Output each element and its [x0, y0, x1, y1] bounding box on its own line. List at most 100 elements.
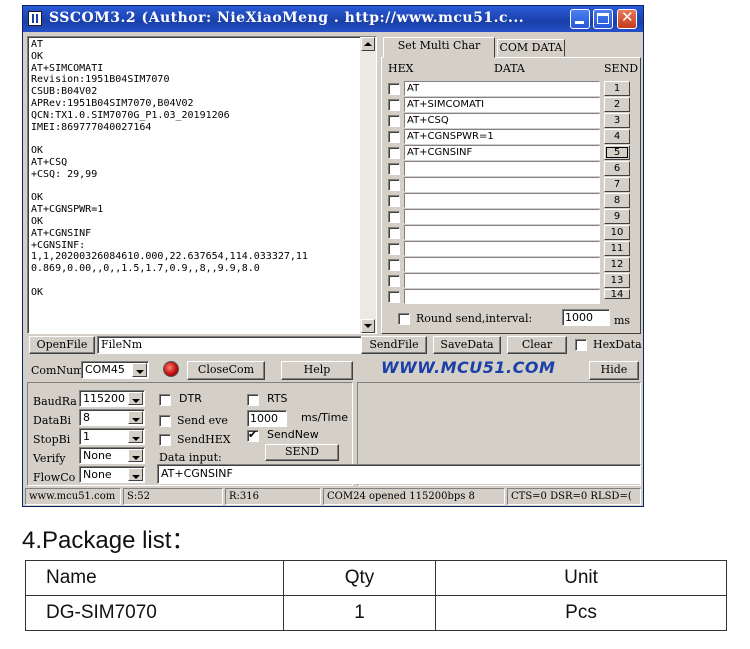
row-data-input[interactable]: AT+CSQ	[404, 113, 600, 128]
data-column-header: DATA	[494, 62, 525, 75]
round-send-label: Round send,interval:	[416, 312, 533, 325]
databits-label: DataBi	[33, 414, 71, 427]
row-hex-checkbox[interactable]	[388, 195, 400, 207]
row-data-input[interactable]: AT+SIMCOMATI	[404, 97, 600, 112]
flow-select[interactable]: None	[79, 466, 145, 483]
chevron-down-icon	[128, 392, 143, 405]
round-send-checkbox[interactable]	[398, 313, 410, 325]
row-hex-checkbox[interactable]	[388, 163, 400, 175]
scroll-up-icon[interactable]	[361, 37, 375, 51]
tab-set-multi-char[interactable]: Set Multi Char	[383, 37, 495, 58]
chevron-down-icon	[128, 411, 143, 424]
chevron-down-icon	[128, 449, 143, 462]
row-hex-checkbox[interactable]	[388, 291, 400, 303]
header-name: Name	[25, 560, 284, 596]
send-hex-label: SendHEX	[177, 433, 231, 446]
row-send-button[interactable]: 12	[604, 257, 630, 272]
row-hex-checkbox[interactable]	[388, 83, 400, 95]
row-send-button[interactable]: 8	[604, 193, 630, 208]
verify-select[interactable]: None	[79, 447, 145, 464]
send-file-button[interactable]: SendFile	[361, 336, 427, 354]
row-send-button[interactable]: 14	[604, 289, 630, 300]
row-send-button[interactable]: 11	[604, 241, 630, 256]
baud-label: BaudRa	[33, 395, 77, 408]
chevron-down-icon	[132, 363, 147, 377]
status-bar: www.mcu51.com S:52 R:316 COM24 opened 11…	[25, 488, 641, 505]
row-data-input[interactable]: AT+CGNSINF	[404, 145, 600, 160]
row-send-button[interactable]: 4	[604, 129, 630, 144]
header-qty: Qty	[283, 560, 436, 596]
send-new-checkbox[interactable]	[247, 428, 259, 442]
row-send-button[interactable]: 3	[604, 113, 630, 128]
row-hex-checkbox[interactable]	[388, 259, 400, 271]
databits-select[interactable]: 8	[79, 409, 145, 426]
send-every-checkbox[interactable]	[159, 415, 171, 427]
tab-com-data[interactable]: COM DATA	[497, 39, 565, 57]
scroll-down-icon[interactable]	[361, 319, 375, 333]
row-data-input[interactable]	[404, 177, 600, 192]
row-send-button[interactable]: 6	[604, 161, 630, 176]
open-file-button[interactable]: OpenFile	[29, 336, 95, 354]
row-hex-checkbox[interactable]	[388, 131, 400, 143]
send-button[interactable]: SEND	[265, 444, 339, 461]
row-data-input[interactable]	[404, 289, 600, 304]
row-send-button[interactable]: 5	[604, 145, 630, 160]
close-com-button[interactable]: CloseCom	[187, 361, 265, 380]
row-data-input[interactable]	[404, 273, 600, 288]
send-hex-checkbox[interactable]	[159, 434, 171, 446]
port-status-led-icon	[163, 361, 179, 377]
comnum-label: ComNum	[31, 364, 84, 377]
brand-logo: WWW.MCU51.COM	[381, 358, 555, 377]
row-hex-checkbox[interactable]	[388, 211, 400, 223]
row-hex-checkbox[interactable]	[388, 179, 400, 191]
save-data-button[interactable]: SaveData	[433, 336, 501, 354]
status-sent: S:52	[123, 488, 223, 505]
dtr-checkbox[interactable]	[159, 394, 171, 406]
stopbits-select[interactable]: 1	[79, 428, 145, 445]
hide-button[interactable]: Hide	[589, 361, 639, 380]
row-data-input[interactable]: AT+CGNSPWR=1	[404, 129, 600, 144]
comnum-select[interactable]: COM45	[81, 361, 149, 379]
data-input-field[interactable]: AT+CGNSINF	[157, 464, 641, 484]
row-data-input[interactable]: AT	[404, 81, 600, 96]
row-hex-checkbox[interactable]	[388, 147, 400, 159]
round-interval-input[interactable]: 1000	[562, 309, 610, 326]
row-send-button[interactable]: 7	[604, 177, 630, 192]
rts-checkbox[interactable]	[247, 394, 259, 406]
row-hex-checkbox[interactable]	[388, 99, 400, 111]
rts-label: RTS	[267, 392, 288, 405]
row-data-input[interactable]	[404, 209, 600, 224]
maximize-button[interactable]	[593, 9, 613, 29]
row-data-input[interactable]	[404, 257, 600, 272]
dtr-label: DTR	[179, 392, 202, 405]
clear-button[interactable]: Clear	[507, 336, 567, 354]
send-new-label: SendNew	[267, 428, 319, 441]
row-send-button[interactable]: 9	[604, 209, 630, 224]
row-data-input[interactable]	[404, 225, 600, 240]
row-data-input[interactable]	[404, 241, 600, 256]
close-window-button[interactable]: ✕	[617, 8, 637, 29]
row-send-button[interactable]: 2	[604, 97, 630, 112]
table-header-row: Name Qty Unit	[25, 560, 727, 596]
help-button[interactable]: Help	[281, 361, 353, 380]
close-icon: ✕	[621, 8, 634, 26]
row-hex-checkbox[interactable]	[388, 243, 400, 255]
flow-label: FlowCo	[33, 471, 76, 484]
receive-text-area[interactable]: AT OK AT+SIMCOMATI Revision:1951B04SIM70…	[27, 36, 377, 334]
baud-select[interactable]: 115200	[79, 390, 145, 407]
row-data-input[interactable]	[404, 161, 600, 176]
row-hex-checkbox[interactable]	[388, 115, 400, 127]
hex-data-checkbox[interactable]	[575, 339, 587, 351]
row-data-input[interactable]	[404, 193, 600, 208]
cell-unit: Pcs	[435, 595, 727, 631]
row-send-button[interactable]: 13	[604, 273, 630, 288]
row-hex-checkbox[interactable]	[388, 275, 400, 287]
receive-scrollbar[interactable]	[360, 37, 376, 333]
row-hex-checkbox[interactable]	[388, 227, 400, 239]
minimize-button[interactable]	[570, 9, 590, 29]
title-bar[interactable]: SSCOM3.2 (Author: NieXiaoMeng . http://w…	[23, 6, 643, 32]
send-every-input[interactable]: 1000	[247, 410, 287, 427]
row-send-button[interactable]: 1	[604, 81, 630, 96]
filename-input[interactable]: FileNm	[97, 336, 373, 354]
row-send-button[interactable]: 10	[604, 225, 630, 240]
